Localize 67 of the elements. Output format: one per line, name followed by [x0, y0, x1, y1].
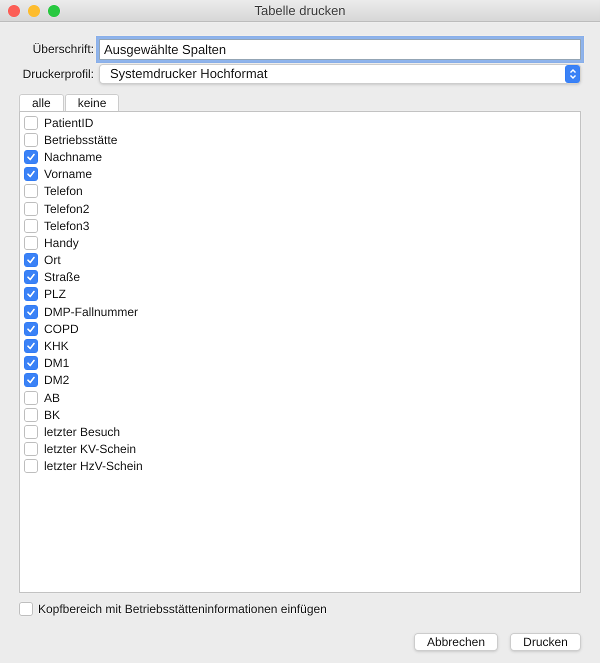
checkbox[interactable]	[24, 236, 38, 250]
column-label: COPD	[44, 320, 79, 338]
column-label: BK	[44, 406, 60, 424]
checkbox[interactable]	[24, 408, 38, 422]
dialog-button[interactable]: Abbrechen	[414, 633, 498, 651]
column-label: DM2	[44, 372, 70, 390]
column-label: AB	[44, 390, 60, 407]
close-button[interactable]	[8, 4, 20, 16]
column-label: Handy	[44, 234, 79, 252]
column-label: Betriebsstätte	[44, 132, 118, 149]
column-label: PLZ	[44, 286, 66, 304]
profile-select[interactable]: Systemdrucker Hochformat	[99, 64, 581, 84]
column-label: PatientID	[44, 114, 94, 132]
checkbox[interactable]	[24, 339, 38, 354]
minimize-button[interactable]	[28, 4, 40, 16]
checkmark-icon	[26, 306, 36, 317]
checkbox[interactable]	[24, 459, 38, 474]
checkmark-icon	[26, 289, 36, 300]
checkbox[interactable]	[19, 602, 33, 616]
checkmark-icon	[26, 324, 36, 334]
column-label: Telefon	[44, 183, 83, 200]
checkbox[interactable]	[24, 270, 38, 284]
checkbox[interactable]	[24, 424, 38, 439]
stepper-icon	[565, 65, 580, 83]
window-title: Tabelle drucken	[254, 2, 346, 20]
select-toggle-button[interactable]: alle	[19, 94, 64, 111]
checkmark-icon	[26, 169, 36, 180]
checkbox[interactable]	[24, 116, 38, 130]
checkbox[interactable]	[24, 132, 38, 147]
column-label: Telefon3	[44, 218, 90, 235]
checkbox[interactable]	[24, 253, 38, 268]
column-label: Ort	[44, 252, 61, 270]
checkbox[interactable]	[24, 202, 38, 216]
checkmark-icon	[26, 152, 36, 162]
column-label: letzter HzV-Schein	[44, 458, 143, 476]
column-label: Vorname	[44, 166, 92, 184]
column-label: KHK	[44, 338, 69, 356]
checkbox[interactable]	[24, 373, 38, 388]
zoom-button[interactable]	[48, 4, 60, 16]
checkmark-icon	[26, 375, 36, 386]
checkbox[interactable]	[24, 184, 38, 198]
checkbox[interactable]	[24, 167, 38, 182]
heading-input[interactable]: Ausgewählte Spalten	[99, 38, 581, 60]
checkbox[interactable]	[24, 304, 38, 319]
column-label: DMP-Fallnummer	[44, 304, 138, 321]
checkbox[interactable]	[24, 442, 38, 456]
select-toggle-button[interactable]: keine	[64, 94, 120, 111]
checkbox[interactable]	[24, 150, 38, 164]
column-label: letzter KV-Schein	[44, 441, 136, 458]
checkbox[interactable]	[24, 218, 38, 233]
column-label: Telefon2	[44, 200, 90, 218]
column-label: DM1	[44, 355, 70, 372]
checkbox[interactable]	[24, 322, 38, 336]
checkmark-icon	[26, 341, 36, 352]
field-label: Überschrift:	[32, 41, 94, 58]
column-label: letzter Besuch	[44, 424, 120, 441]
checkbox[interactable]	[24, 356, 38, 370]
checkbox[interactable]	[24, 390, 38, 405]
checkmark-icon	[26, 358, 36, 368]
column-label: Straße	[44, 269, 80, 286]
field-label: Druckerprofil:	[22, 66, 94, 83]
option-label: Kopfbereich mit Betriebsstätteninformationen einfügen	[38, 601, 327, 618]
dialog-button[interactable]: Drucken	[510, 633, 581, 651]
checkmark-icon	[26, 255, 36, 266]
checkmark-icon	[26, 272, 36, 282]
column-label: Nachname	[44, 148, 102, 166]
checkbox[interactable]	[24, 287, 38, 302]
